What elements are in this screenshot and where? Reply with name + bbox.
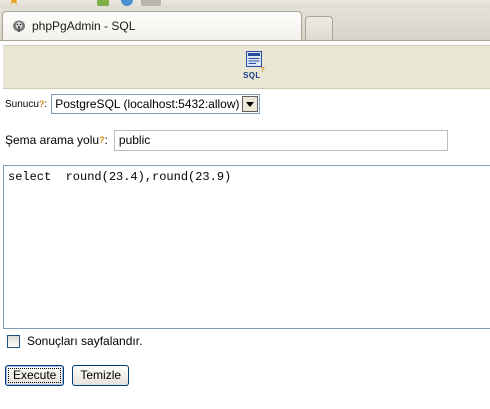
paginate-checkbox[interactable] — [7, 334, 20, 348]
sql-header-logo: SQL? — [239, 51, 269, 85]
bookmark-star-icon[interactable] — [8, 0, 20, 5]
server-select[interactable]: PostgreSQL (localhost:5432:allow) — [51, 94, 260, 114]
tab-title: phpPgAdmin - SQL — [32, 19, 136, 33]
server-colon: : — [44, 98, 48, 110]
folder-icon[interactable] — [97, 0, 109, 6]
schema-search-path-input[interactable] — [113, 129, 448, 151]
sql-query-textarea[interactable]: select round(23.4),round(23.9) — [3, 165, 490, 329]
refresh-icon[interactable] — [121, 0, 133, 6]
schema-row: Şema arama yolu?: — [5, 129, 448, 151]
sql-icon — [246, 51, 262, 67]
paginate-label[interactable]: Sonuçları sayfalandır. — [27, 334, 142, 348]
reset-button[interactable]: Temizle — [72, 364, 130, 386]
elephant-favicon-icon — [13, 20, 25, 32]
browser-tab-bar: phpPgAdmin - SQL — [0, 8, 490, 41]
action-buttons: Execute Temizle — [5, 364, 130, 386]
schema-colon: : — [104, 133, 108, 147]
schema-label: Şema arama yolu — [5, 133, 100, 147]
server-row: Sunucu?: PostgreSQL (localhost:5432:allo… — [5, 93, 260, 115]
toolbar-icon[interactable] — [141, 0, 161, 6]
execute-button[interactable]: Execute — [5, 364, 65, 386]
dropdown-arrow-icon[interactable] — [241, 96, 258, 112]
new-tab-button[interactable] — [305, 16, 333, 40]
sql-help-link[interactable]: ? — [261, 67, 265, 74]
paginate-row: Sonuçları sayfalandır. — [7, 333, 142, 349]
server-label: Sunucu — [5, 98, 39, 110]
browser-tab-active[interactable]: phpPgAdmin - SQL — [2, 11, 302, 40]
server-select-value: PostgreSQL (localhost:5432:allow) — [55, 97, 240, 111]
page-content: SQL? Sunucu?: PostgreSQL (localhost:5432… — [0, 41, 490, 409]
sql-header-bar: SQL? — [3, 45, 490, 89]
sql-header-label: SQL — [243, 71, 261, 80]
browser-toolbar-strip — [0, 0, 490, 8]
